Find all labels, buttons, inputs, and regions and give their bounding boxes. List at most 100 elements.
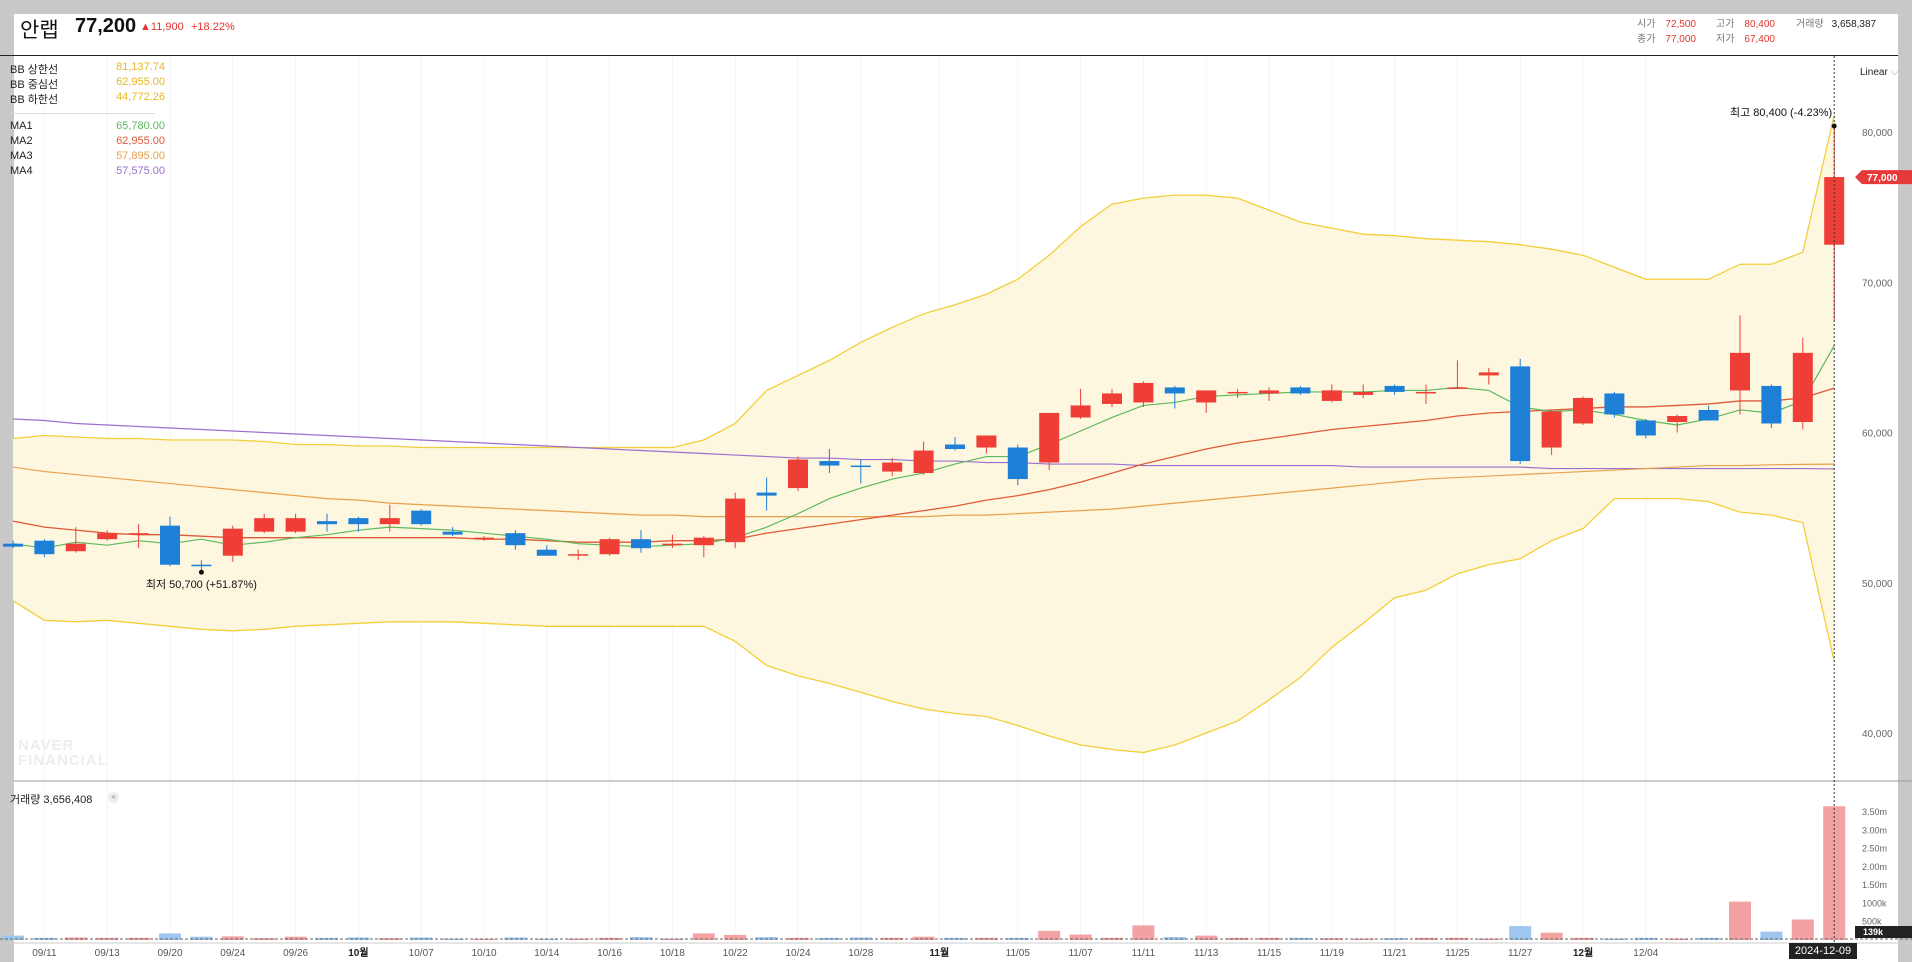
candle-body [1227,391,1248,394]
legend-ma1: MA1 65,780.00 [10,120,165,132]
candle-body [1604,393,1625,415]
candle-body [1133,382,1154,403]
candle-body [222,528,243,556]
x-tick-label: 10월 [348,947,368,959]
candle-body [1070,405,1091,418]
candle-body [1698,409,1719,421]
volume-tick-label: 2.50m [1862,844,1887,854]
x-tick-label: 11/05 [1006,948,1031,959]
x-tick-label: 11/19 [1320,948,1345,959]
x-tick-label: 11/25 [1445,948,1470,959]
x-tick-label: 09/20 [157,948,182,959]
low-annotation: 최저 50,700 (+51.87%) [146,578,257,591]
candle-body [1384,385,1405,392]
candle-body [756,492,777,496]
candle-body [850,465,871,468]
volume-tick-label: 2.00m [1862,862,1887,872]
volume-tick-label: 3.00m [1862,825,1887,835]
candle-body [1541,411,1562,448]
candle-body [536,549,557,556]
candle-body [3,543,23,547]
x-tick-label: 11월 [929,947,949,959]
x-tick-label: 11/07 [1068,948,1093,959]
watermark-logo: NAVER FINANCIAL [18,737,108,769]
volume-tag-label: 139k [1863,927,1884,937]
legend-ma4: MA4 57,575.00 [10,165,165,177]
legend-bb-mid: BB 중심선 62,955.00 [10,76,165,91]
x-tick-label: 11/27 [1508,948,1533,959]
x-tick-label: 11/13 [1194,948,1219,959]
price-tick-label: 50,000 [1862,579,1893,590]
legend-separator [10,113,155,114]
candle-body [1792,352,1813,422]
annotation-marker [1831,123,1837,129]
candle-body [1321,390,1342,401]
candle-body [34,540,55,555]
price-tick-label: 80,000 [1862,128,1893,139]
volume-tick-label: 3.50m [1862,807,1887,817]
x-tick-label: 09/13 [95,948,120,959]
candle-body [1824,177,1845,245]
legend-bb-upper: BB 상한선 81,137.74 [10,61,165,76]
x-tick-label: 12월 [1573,947,1593,959]
volume-bar [912,936,935,940]
legend-bb-lower: BB 하한선 44,772.26 [10,91,165,106]
candle-body [725,498,746,543]
candle-body [411,510,432,525]
candle-body [317,521,337,525]
candle-body [1510,366,1531,462]
volume-bar [1729,901,1751,940]
candle-body [1730,352,1750,391]
candle-body [976,435,997,448]
volume-tick-label: 1000k [1862,898,1887,908]
candle-body [474,537,494,540]
x-tick-label: 10/16 [597,948,622,959]
candle-body [285,518,306,532]
candle-body [1573,397,1593,424]
candle-body [442,531,463,535]
x-tick-label: 11/15 [1257,948,1282,959]
candle-body [693,537,714,546]
candle-body [882,462,903,472]
x-tick-label: 10/10 [471,948,496,959]
annotation-marker [198,569,204,575]
candle-body [348,518,369,525]
candle-body [1164,387,1185,394]
candle-body [191,564,212,567]
candle-body [160,525,180,565]
candle-body [599,539,620,555]
crosshair-date-badge: 2024-12-09 [1789,943,1857,959]
candle-body [1102,393,1122,404]
x-tick-label: 09/26 [283,948,308,959]
x-tick-label: 10/24 [785,948,810,959]
candle-body [1039,412,1060,463]
candle-body [1667,415,1688,422]
volume-bar [284,936,307,940]
candle-body [1290,387,1311,394]
price-tick-label: 70,000 [1862,278,1893,289]
x-tick-label: 10/07 [409,948,434,959]
candle-body [1635,420,1656,436]
candle-body [788,459,808,489]
candle-body [631,539,651,549]
volume-bar [190,936,213,940]
candle-body [97,533,118,540]
high-annotation: 최고 80,400 (-4.23%) [1730,106,1832,119]
scale-mode-dropdown[interactable]: Linear ⌵ [1860,67,1898,78]
volume-bar [1132,925,1155,940]
x-tick-label: 11/11 [1132,948,1156,959]
x-tick-label: 09/11 [32,948,57,959]
candlestick-chart[interactable]: 40,000 50,000 60,000 70,000 80,000 500k 1000k 1… [0,0,1912,962]
price-tick-label: 40,000 [1862,729,1893,740]
candle-body [1196,390,1217,403]
x-tick-label: 10/18 [660,948,685,959]
legend-ma2: MA2 62,955.00 [10,135,165,147]
candle-body [945,444,965,450]
candle-body [1353,391,1374,395]
volume-close-icon[interactable]: × [108,792,119,803]
candle-body [1761,385,1782,424]
candle-body [505,533,526,546]
price-tick-label: 60,000 [1862,429,1893,440]
x-tick-label: 10/14 [534,948,559,959]
x-tick-label: 09/24 [220,948,245,959]
